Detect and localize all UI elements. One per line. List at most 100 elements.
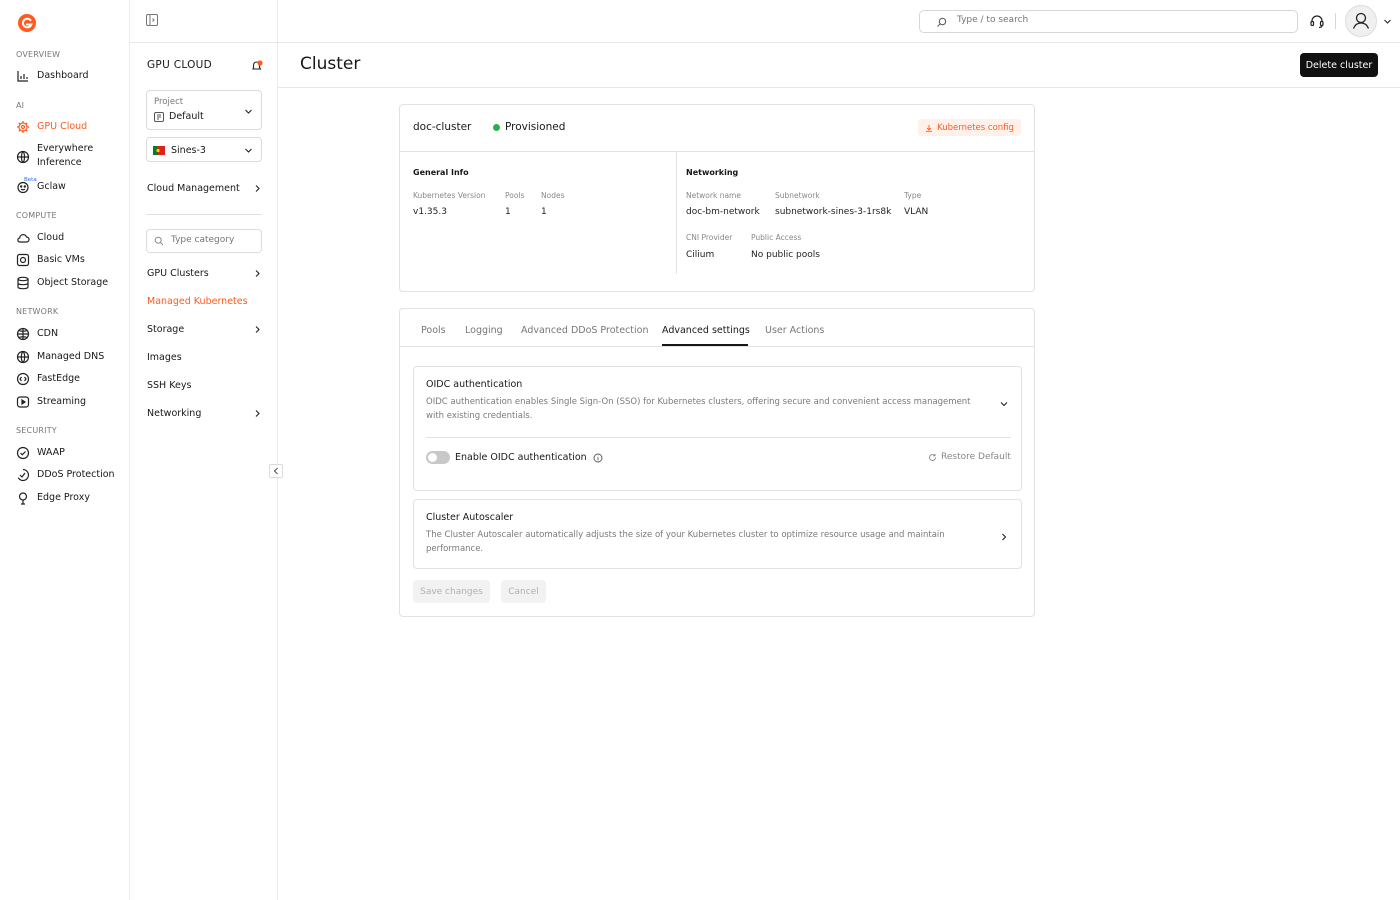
subnav-item-images[interactable]: Images [147,352,262,363]
global-search[interactable] [919,10,1298,33]
chevron-down-icon[interactable] [999,399,1009,409]
sidebar-toggle-icon[interactable] [146,14,160,28]
category-search-input[interactable] [171,235,256,245]
nav-item-cdn[interactable]: CDN [16,327,126,341]
nav-item-label: DDoS Protection [37,469,115,480]
nav-item-gclaw[interactable]: Gclaw [16,180,126,194]
info-icon[interactable] [593,453,603,463]
autoscaler-description: The Cluster Autoscaler automatically adj… [426,530,945,554]
nav-item-label: CDN [37,328,59,339]
network-name-label: Network name [686,191,741,200]
save-changes-button[interactable]: Save changes [413,580,490,603]
project-select[interactable]: Project Default [146,90,262,130]
delete-cluster-button[interactable]: Delete cluster [1300,53,1378,77]
database-icon [16,276,30,290]
subnav-cloud-management[interactable]: Cloud Management [147,183,262,194]
subnav-item-label: GPU Clusters [147,268,209,279]
restore-default-label: Restore Default [941,452,1011,462]
nav-item-managed-dns[interactable]: Managed DNS [16,350,126,364]
cluster-settings-card: Pools Logging Advanced DDoS Protection A… [399,308,1035,617]
ddos-shield-icon [16,468,30,482]
chevron-right-icon[interactable] [999,532,1009,542]
headset-support-icon[interactable] [1309,13,1325,29]
oidc-panel: OIDC authentication OIDC authentication … [413,366,1022,491]
oidc-description: OIDC authentication enables Single Sign-… [426,397,971,421]
general-info-heading: General Info [413,168,469,177]
nav-item-cloud[interactable]: Cloud [16,231,126,245]
cancel-button[interactable]: Cancel [501,580,546,603]
nav-item-gpu-cloud[interactable]: GPU Cloud [16,120,126,134]
bar-chart-icon [16,69,30,83]
tab-advanced-settings[interactable]: Advanced settings [662,325,750,336]
nav-item-label: Dashboard [37,70,89,81]
region-select[interactable]: Sines-3 [146,137,262,162]
globe-network-icon [16,150,30,164]
nav-item-everywhere-inference[interactable]: Everywhere Inference [16,142,126,170]
chevron-down-icon[interactable] [1383,17,1392,26]
subnav-item-ssh-keys[interactable]: SSH Keys [147,380,262,391]
nav-item-basic-vms[interactable]: Basic VMs [16,253,126,267]
global-search-input[interactable] [957,15,1257,25]
page-title: Cluster [300,54,361,74]
subnav-item-gpu-clusters[interactable]: GPU Clusters [147,268,262,279]
oidc-title: OIDC authentication [426,379,523,390]
nav-item-label: GPU Cloud [37,121,88,132]
title-divider [278,87,1400,88]
nav-item-waap[interactable]: WAAP [16,446,126,460]
nav-item-label: Everywhere Inference [37,143,94,168]
tab-logging[interactable]: Logging [465,325,503,336]
category-search[interactable] [146,229,262,253]
tab-user-actions[interactable]: User Actions [765,325,824,336]
chevron-left-icon [273,467,278,475]
nodes-value: 1 [541,207,547,217]
subnav-item-storage[interactable]: Storage [147,324,262,335]
user-icon [1352,12,1370,29]
nav-item-fastedge[interactable]: FastEdge [16,372,126,386]
nav-item-edge-proxy[interactable]: Edge Proxy [16,491,126,505]
pools-label: Pools [505,191,525,200]
kubernetes-config-button[interactable]: Kubernetes config [918,119,1021,136]
tab-pools[interactable]: Pools [421,325,446,336]
chevron-right-icon [253,409,262,418]
nav-item-streaming[interactable]: Streaming [16,395,126,409]
gpu-chip-icon [16,120,30,134]
subnav-item-label: Networking [147,408,202,419]
network-name-value: doc-bm-network [686,207,760,217]
public-access-label: Public Access [751,233,802,242]
restore-default-button[interactable]: Restore Default [928,452,1011,462]
nodes-label: Nodes [541,191,565,200]
cluster-info-card: doc-cluster Provisioned Kubernetes confi… [399,104,1035,292]
nav-item-object-storage[interactable]: Object Storage [16,276,126,290]
region-value: Sines-3 [153,145,206,156]
k8s-version-value: v1.35.3 [413,207,447,217]
enable-oidc-toggle[interactable] [426,451,450,464]
cluster-status: Provisioned [493,121,565,133]
collapse-subnav-button[interactable] [269,464,283,478]
vm-icon [16,253,30,267]
autoscaler-title: Cluster Autoscaler [426,512,514,523]
nav-item-dashboard[interactable]: Dashboard [16,69,126,83]
enable-oidc-label-text: Enable OIDC authentication [455,452,587,463]
subnav-item-label: Images [147,352,182,363]
cni-value: Cilium [686,250,715,260]
public-access-value: No public pools [751,250,820,260]
cloud-icon [16,231,30,245]
notification-bell-icon[interactable] [250,59,264,73]
subnav-item-networking[interactable]: Networking [147,408,262,419]
chevron-down-icon [244,107,253,116]
nav-item-label: Cloud [37,232,65,243]
subnav-item-managed-kubernetes[interactable]: Managed Kubernetes [147,296,262,307]
nav-item-label: Managed DNS [37,351,105,362]
nav-item-label: WAAP [37,447,65,458]
portugal-flag-icon [153,146,165,155]
user-avatar[interactable] [1345,5,1377,37]
tab-advanced-ddos[interactable]: Advanced DDoS Protection [521,325,649,336]
cni-label: CNI Provider [686,233,733,242]
pin-icon [16,491,30,505]
autoscaler-panel[interactable]: Cluster Autoscaler The Cluster Autoscale… [413,499,1022,569]
nav-item-ddos-protection[interactable]: DDoS Protection [16,468,126,482]
search-icon [936,17,947,28]
gcore-logo-icon[interactable] [17,13,37,33]
tabs-divider [400,346,1034,347]
shield-check-icon [16,446,30,460]
